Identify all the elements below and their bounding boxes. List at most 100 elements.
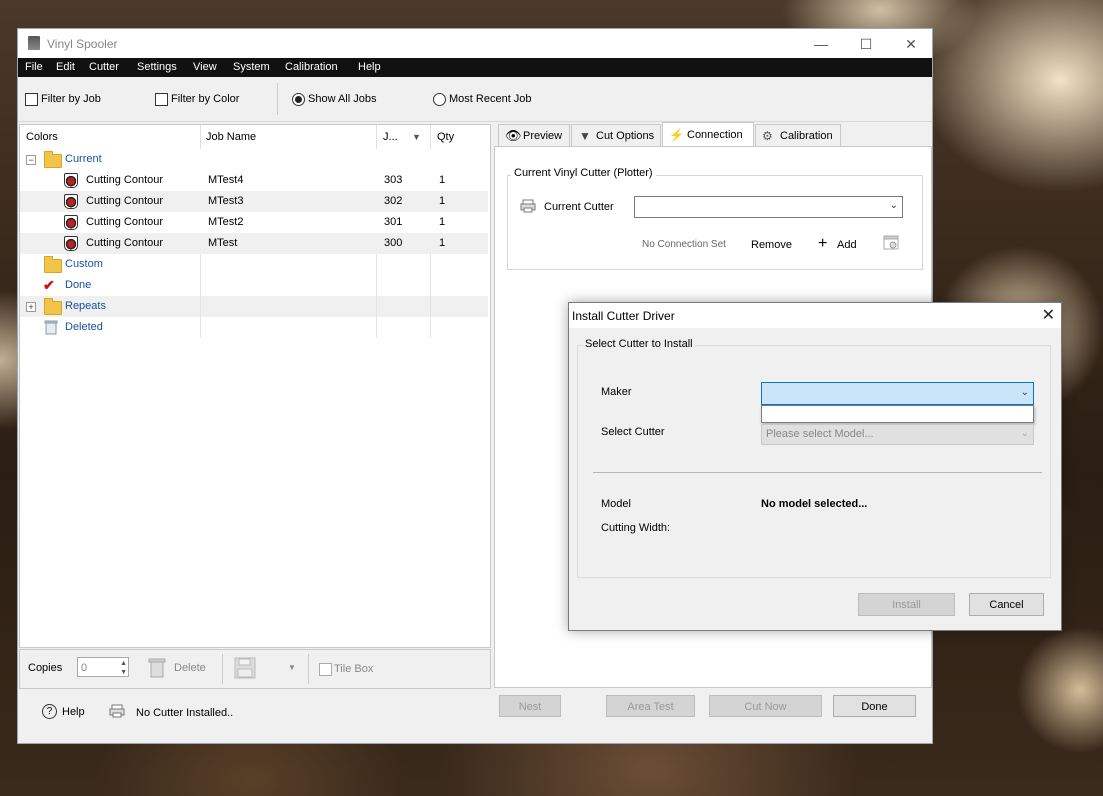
- close-button[interactable]: ✕: [888, 31, 934, 57]
- chevron-down-icon: ⌄: [1020, 387, 1029, 398]
- separator: [222, 654, 223, 684]
- menu-view[interactable]: View: [193, 61, 217, 73]
- current-cutter-label: Current Cutter: [544, 201, 614, 213]
- title-bar: Vinyl Spooler — ☐ ✕: [18, 29, 932, 58]
- table-row[interactable]: Cutting Contour MTest2 301 1: [20, 212, 488, 233]
- menu-settings[interactable]: Settings: [137, 61, 177, 73]
- row-color: Cutting Contour: [86, 174, 164, 186]
- collapse-icon[interactable]: −: [26, 155, 36, 165]
- dialog-close-icon[interactable]: ✕: [1042, 305, 1055, 325]
- menu-calibration[interactable]: Calibration: [285, 61, 338, 73]
- add-button[interactable]: Add: [837, 239, 857, 251]
- group-label-repeats: Repeats: [65, 300, 106, 312]
- save-icon[interactable]: [234, 657, 256, 679]
- column-header-qty[interactable]: Qty: [437, 125, 454, 149]
- tab-calibration[interactable]: ⚙ Calibration: [755, 124, 841, 146]
- menu-cutter[interactable]: Cutter: [89, 61, 119, 73]
- maker-dropdown[interactable]: ⌄: [761, 382, 1034, 405]
- tab-preview[interactable]: 👁 Preview: [498, 124, 570, 146]
- select-cutter-dropdown[interactable]: Please select Model... ⌄: [761, 424, 1034, 445]
- cutting-contour-icon: [64, 236, 78, 251]
- divider: [593, 472, 1042, 473]
- filter-by-job-checkbox[interactable]: [25, 93, 38, 106]
- filter-by-color-checkbox[interactable]: [155, 93, 168, 106]
- row-color: Cutting Contour: [86, 237, 164, 249]
- table-row[interactable]: Cutting Contour MTest 300 1: [20, 233, 488, 254]
- copies-value: 0: [81, 662, 88, 674]
- connection-status: No Connection Set: [642, 239, 726, 250]
- tree-row-custom[interactable]: Custom: [20, 254, 488, 275]
- cut-now-button[interactable]: Cut Now: [709, 695, 822, 717]
- table-row[interactable]: Cutting Contour MTest4 303 1: [20, 170, 488, 191]
- select-cutter-group-title: Select Cutter to Install: [583, 338, 695, 350]
- show-all-jobs-label[interactable]: Show All Jobs: [308, 93, 376, 105]
- model-value: No model selected...: [761, 498, 868, 510]
- column-header-colors[interactable]: Colors: [26, 125, 58, 149]
- tile-box-checkbox[interactable]: [319, 663, 332, 676]
- header-divider: [200, 125, 201, 149]
- column-divider: [430, 254, 431, 338]
- toolbar-separator: [277, 83, 278, 115]
- tab-connection[interactable]: ⚡ Connection: [662, 122, 754, 147]
- spin-down-icon[interactable]: ▼: [120, 663, 127, 683]
- checkmark-icon: ✔: [43, 277, 55, 293]
- menu-file[interactable]: File: [25, 61, 43, 73]
- filter-by-color-label[interactable]: Filter by Color: [171, 93, 239, 105]
- menu-help[interactable]: Help: [358, 61, 381, 73]
- model-label: Model: [601, 498, 631, 510]
- most-recent-job-label[interactable]: Most Recent Job: [449, 93, 532, 105]
- cutting-width-label: Cutting Width:: [601, 522, 671, 534]
- install-button[interactable]: Install: [858, 593, 955, 616]
- filter-by-job-label[interactable]: Filter by Job: [41, 93, 101, 105]
- save-dropdown-icon[interactable]: ▼: [288, 663, 296, 672]
- trash-icon: [44, 320, 58, 335]
- separator: [308, 654, 309, 684]
- job-actions-bar: Copies 0 ▲ ▼ Delete ▼ Tile Box: [19, 649, 491, 689]
- current-cutter-dropdown[interactable]: ⌄: [634, 196, 903, 218]
- area-test-button[interactable]: Area Test: [606, 695, 695, 717]
- menu-system[interactable]: System: [233, 61, 270, 73]
- help-button[interactable]: Help: [62, 706, 85, 718]
- add-icon[interactable]: +: [818, 235, 827, 253]
- tree-row-repeats[interactable]: + Repeats: [20, 296, 488, 317]
- menu-edit[interactable]: Edit: [56, 61, 75, 73]
- cancel-button[interactable]: Cancel: [969, 593, 1044, 616]
- minimize-button[interactable]: —: [798, 31, 844, 57]
- chevron-down-icon: ⌄: [889, 200, 898, 211]
- help-icon[interactable]: ?: [42, 704, 57, 719]
- show-all-jobs-radio[interactable]: [292, 93, 305, 106]
- app-icon: [28, 36, 40, 50]
- tree-row-deleted[interactable]: Deleted: [20, 317, 488, 338]
- printer-icon: [109, 704, 125, 718]
- cutting-contour-icon: [64, 173, 78, 188]
- row-job-name: MTest: [208, 237, 238, 249]
- menu-bar: File Edit Cutter Settings View System Ca…: [18, 58, 932, 77]
- select-cutter-label: Select Cutter: [601, 426, 665, 438]
- eye-icon: 👁: [505, 128, 522, 143]
- sort-descending-icon: ▼: [412, 132, 421, 142]
- most-recent-job-radio[interactable]: [433, 93, 446, 106]
- table-row[interactable]: Cutting Contour MTest3 302 1: [20, 191, 488, 212]
- tab-cut-options[interactable]: ▼ Cut Options: [571, 124, 661, 146]
- tree-row-current[interactable]: − Current: [20, 149, 488, 170]
- calibration-icon: ⚙: [762, 129, 773, 143]
- job-list[interactable]: Colors Job Name J... ▼ Qty − Current Cut…: [19, 124, 491, 648]
- maker-dropdown-list[interactable]: [761, 405, 1034, 423]
- column-divider: [376, 254, 377, 338]
- maximize-button[interactable]: ☐: [843, 31, 889, 57]
- remove-button[interactable]: Remove: [751, 239, 792, 251]
- cutter-blade-icon: ▼: [579, 129, 591, 143]
- tile-box-label[interactable]: Tile Box: [334, 663, 373, 675]
- window-title: Vinyl Spooler: [47, 37, 118, 51]
- column-header-job-name[interactable]: Job Name: [206, 125, 256, 149]
- tree-row-done[interactable]: ✔ Done: [20, 275, 488, 296]
- done-button[interactable]: Done: [833, 695, 916, 717]
- column-header-job-number[interactable]: J...: [383, 125, 398, 149]
- expand-icon[interactable]: +: [26, 302, 36, 312]
- delete-button[interactable]: Delete: [174, 662, 206, 674]
- nest-button[interactable]: Nest: [499, 695, 561, 717]
- connection-settings-icon[interactable]: [883, 235, 899, 250]
- printer-icon: [520, 199, 536, 213]
- chevron-down-icon: ⌄: [1020, 428, 1029, 439]
- copies-stepper[interactable]: 0 ▲ ▼: [77, 657, 129, 677]
